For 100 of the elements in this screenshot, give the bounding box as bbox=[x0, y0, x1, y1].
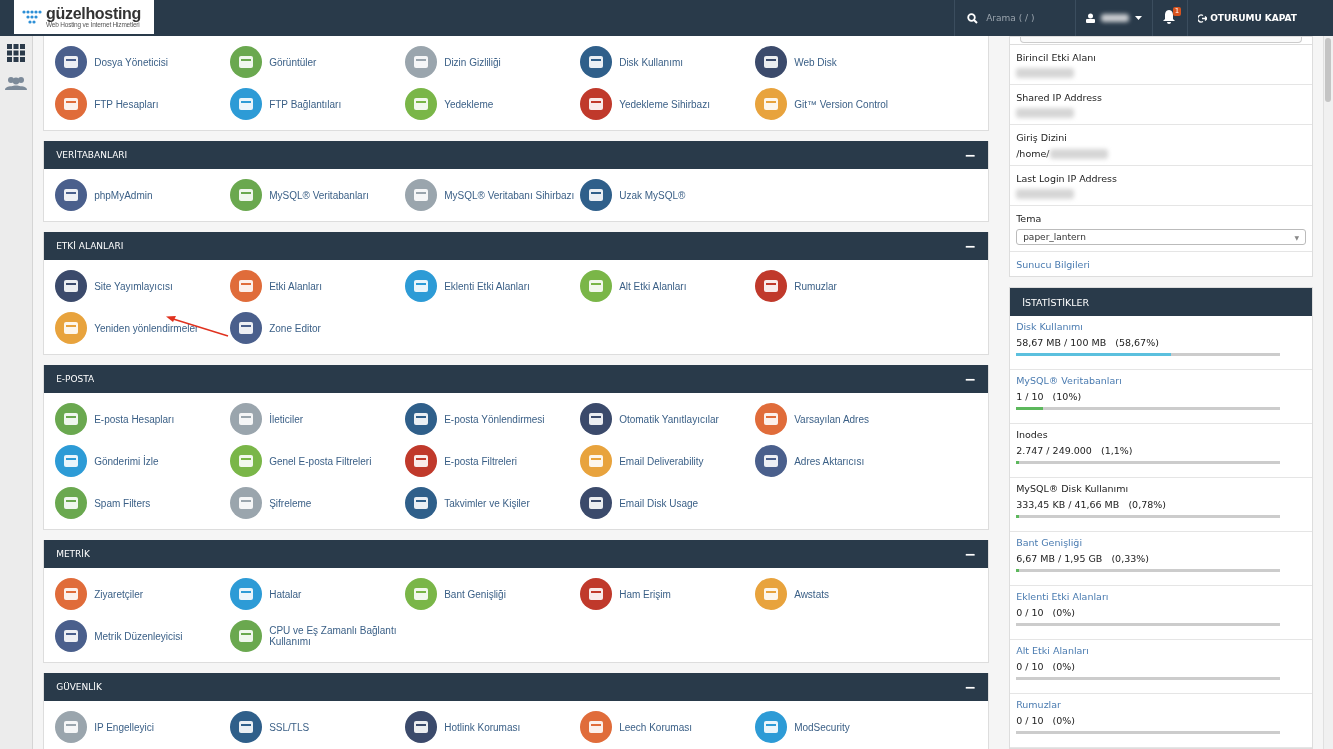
tool-icon bbox=[229, 87, 264, 121]
tool-link[interactable]: Otomatik Yanıtlayıcılar bbox=[579, 398, 755, 440]
tool-link[interactable]: Disk Kullanımı bbox=[579, 41, 755, 83]
tool-icon bbox=[579, 269, 614, 303]
tool-link[interactable]: phpMyAdmin bbox=[54, 174, 230, 216]
tool-link[interactable]: CPU ve Eş Zamanlı Bağlantı Kullanımı bbox=[229, 615, 405, 657]
tool-link[interactable]: Eklenti Etki Alanları bbox=[404, 265, 580, 307]
tool-icon bbox=[754, 444, 789, 478]
tool-link[interactable]: Bant Genişliği bbox=[404, 573, 580, 615]
tool-icon bbox=[754, 45, 789, 79]
tool-link[interactable]: Dosya Yöneticisi bbox=[54, 41, 230, 83]
tool-icon bbox=[229, 619, 264, 653]
stat-link[interactable]: Bant Genişliği bbox=[1016, 537, 1307, 548]
tool-link[interactable]: Yedekleme bbox=[404, 83, 580, 125]
logout-button[interactable]: OTURUMU KAPAT bbox=[1198, 13, 1297, 23]
tool-link[interactable]: Uzak MySQL® bbox=[579, 174, 755, 216]
tool-link[interactable]: Rumuzlar bbox=[754, 265, 930, 307]
tool-link[interactable]: Varsayılan Adres bbox=[754, 398, 930, 440]
tool-link[interactable]: Email Deliverability bbox=[579, 440, 755, 482]
tool-link[interactable]: Yedekleme Sihirbazı bbox=[579, 83, 755, 125]
tool-icon bbox=[404, 269, 439, 303]
tool-link[interactable]: IP Engelleyici bbox=[54, 706, 230, 748]
tool-link[interactable]: Git™ Version Control bbox=[754, 83, 930, 125]
stat-value: 58,67 MB / 100 MB (58,67%) bbox=[1016, 337, 1160, 348]
tool-link[interactable]: FTP Hesapları bbox=[54, 83, 230, 125]
tool-icon bbox=[229, 444, 264, 478]
collapse-button[interactable]: − bbox=[964, 238, 977, 254]
tool-link[interactable]: Dizin Gizliliği bbox=[404, 41, 580, 83]
tool-link[interactable]: Ziyaretçiler bbox=[54, 573, 230, 615]
section-title: GÜVENLİK bbox=[56, 682, 102, 692]
tool-link[interactable]: Alt Etki Alanları bbox=[579, 265, 755, 307]
tool-icon bbox=[579, 444, 614, 478]
tool-link[interactable]: Şifreleme bbox=[229, 482, 405, 524]
info-label: Shared IP Address bbox=[1016, 92, 1103, 103]
stat-link[interactable]: Alt Etki Alanları bbox=[1016, 645, 1307, 656]
caret-icon[interactable] bbox=[1135, 16, 1143, 20]
tool-link[interactable]: Email Disk Usage bbox=[579, 482, 755, 524]
search-field[interactable]: Arama ( / ) bbox=[984, 12, 1069, 24]
tool-link[interactable]: E-posta Filtreleri bbox=[404, 440, 580, 482]
tool-link[interactable]: Zone Editor bbox=[229, 307, 405, 349]
collapse-button[interactable]: − bbox=[964, 679, 977, 695]
stat-link[interactable]: Disk Kullanımı bbox=[1016, 321, 1307, 332]
info-label: Last Login IP Address bbox=[1016, 173, 1118, 184]
tool-link[interactable]: Genel E-posta Filtreleri bbox=[229, 440, 405, 482]
tool-icon bbox=[54, 311, 89, 345]
user-icon[interactable] bbox=[1086, 13, 1096, 23]
tool-icon bbox=[404, 444, 439, 478]
tool-link[interactable]: ModSecurity bbox=[754, 706, 930, 748]
tool-link[interactable]: Görüntüler bbox=[229, 41, 405, 83]
tool-link[interactable]: Hatalar bbox=[229, 573, 405, 615]
tool-link[interactable]: Leech Koruması bbox=[579, 706, 755, 748]
stat-link[interactable]: Rumuzlar bbox=[1016, 699, 1307, 710]
tool-link[interactable]: Ham Erişim bbox=[579, 573, 755, 615]
tool-icon bbox=[404, 178, 439, 212]
tool-link[interactable]: Awstats bbox=[754, 573, 930, 615]
tool-icon bbox=[54, 710, 89, 744]
brand-name: güzelhosting bbox=[46, 6, 142, 22]
tool-link[interactable]: Spam Filters bbox=[54, 482, 230, 524]
tool-icon bbox=[54, 402, 89, 436]
tool-link[interactable]: Adres Aktarıcısı bbox=[754, 440, 930, 482]
scrollbar[interactable] bbox=[1323, 36, 1333, 749]
stat-link[interactable]: MySQL® Veritabanları bbox=[1016, 375, 1307, 386]
tool-link[interactable]: MySQL® Veritabanları bbox=[229, 174, 405, 216]
tool-icon bbox=[754, 269, 789, 303]
tool-link[interactable]: Metrik Düzenleyicisi bbox=[54, 615, 230, 657]
tool-icon bbox=[404, 45, 439, 79]
tool-link[interactable]: Etki Alanları bbox=[229, 265, 405, 307]
tool-link[interactable]: Site Yayımlayıcısı bbox=[54, 265, 230, 307]
tool-icon bbox=[229, 269, 264, 303]
collapse-button[interactable]: − bbox=[964, 546, 977, 562]
tool-icon bbox=[54, 486, 89, 520]
tool-link[interactable]: FTP Bağlantıları bbox=[229, 83, 405, 125]
collapse-button[interactable]: − bbox=[964, 371, 977, 387]
tool-link[interactable]: SSL/TLS bbox=[229, 706, 405, 748]
info-label: Birincil Etki Alanı bbox=[1016, 52, 1097, 63]
stat-link[interactable]: Eklenti Etki Alanları bbox=[1016, 591, 1307, 602]
tool-icon bbox=[404, 710, 439, 744]
tool-link[interactable]: Yeniden yönlendirmeler bbox=[54, 307, 230, 349]
tool-icon bbox=[54, 178, 89, 212]
logout-icon bbox=[1198, 13, 1208, 23]
tool-link[interactable]: Web Disk bbox=[754, 41, 930, 83]
tool-link[interactable]: Takvimler ve Kişiler bbox=[404, 482, 580, 524]
tool-link[interactable]: İleticiler bbox=[229, 398, 405, 440]
bell-icon[interactable] bbox=[1163, 10, 1176, 24]
users-icon[interactable] bbox=[5, 76, 28, 90]
collapse-button[interactable]: − bbox=[964, 147, 977, 163]
tool-link[interactable]: MySQL® Veritabanı Sihirbazı bbox=[404, 174, 580, 216]
stat-label: Inodes bbox=[1016, 429, 1049, 440]
tool-link[interactable]: Hotlink Koruması bbox=[404, 706, 580, 748]
tool-link[interactable]: E-posta Yönlendirmesi bbox=[404, 398, 580, 440]
section-title: E-POSTA bbox=[56, 374, 95, 384]
tool-link[interactable]: E-posta Hesapları bbox=[54, 398, 230, 440]
tool-icon bbox=[229, 178, 264, 212]
tool-icon bbox=[54, 577, 89, 611]
grid-icon[interactable] bbox=[7, 44, 26, 62]
tool-link[interactable]: Gönderimi İzle bbox=[54, 440, 230, 482]
tool-icon bbox=[229, 710, 264, 744]
redacted-value bbox=[1016, 108, 1075, 118]
info-label: Giriş Dizini bbox=[1016, 132, 1068, 143]
server-info-link[interactable]: Sunucu Bilgileri bbox=[1016, 259, 1307, 270]
